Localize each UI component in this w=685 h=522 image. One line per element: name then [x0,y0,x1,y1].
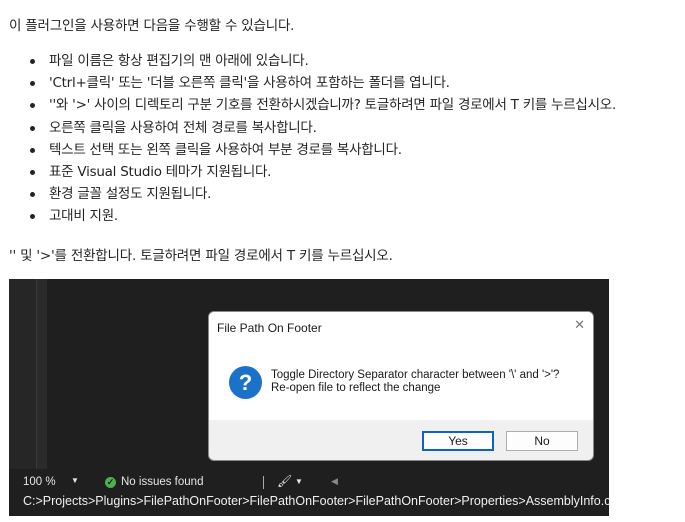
message-line: Re-open file to reflect the change [271,382,441,394]
list-item: 고대비 지원. [27,205,616,227]
check-circle-icon: ✓ [105,477,116,488]
chevron-down-icon[interactable]: ▼ [295,477,303,486]
message-line: Toggle Directory Separator character bet… [271,369,560,381]
editor-screenshot: File Path On Footer ✕ ? Toggle Directory… [9,279,609,516]
intro-text: 이 플러그인을 사용하면 다음을 수행할 수 있습니다. [9,18,295,34]
list-item: 표준 Visual Studio 테마가 지원됩니다. [27,161,616,183]
feature-text: 고대비 지원. [49,208,118,225]
list-item: 'Ctrl+클릭' 또는 '더블 오른쪽 클릭'을 사용하여 포함하는 폴더를 … [27,72,616,94]
feature-text: ''와 '>' 사이의 디렉토리 구분 기호를 전환하시겠습니까? 토글하려면 … [49,97,616,114]
toggle-note: '' 및 '>'를 전환합니다. 토글하려면 파일 경로에서 T 키를 누르십시… [9,248,393,264]
yes-button[interactable]: Yes [422,431,494,451]
bullet-icon [30,103,35,109]
bullet-icon [30,169,35,175]
issues-status[interactable]: No issues found [121,476,203,488]
chevron-down-icon[interactable]: ▼ [71,476,79,485]
feature-text: 'Ctrl+클릭' 또는 '더블 오른쪽 클릭'을 사용하여 포함하는 폴더를 … [49,75,450,92]
bullet-icon [30,192,35,198]
no-button[interactable]: No [506,431,578,451]
bullet-icon [30,125,35,131]
zoom-level[interactable]: 100 % [23,476,56,488]
feature-text: 오른쪽 클릭을 사용하여 전체 경로를 복사합니다. [49,119,317,136]
editor-margin [37,279,47,469]
list-item: 오른쪽 클릭을 사용하여 전체 경로를 복사합니다. [27,117,616,139]
status-bar: 100 % ▼ ✓ No issues found 🖌 ▼ ◀ [9,474,609,492]
feature-text: 파일 이름은 항상 편집기의 맨 아래에 있습니다. [49,53,309,69]
bullet-icon [30,81,35,87]
feature-text: 텍스트 선택 또는 왼쪽 클릭을 사용하여 부분 경로를 복사합니다. [49,141,402,158]
message-dialog: File Path On Footer ✕ ? Toggle Directory… [208,311,594,461]
brush-icon[interactable]: 🖌 [277,474,292,488]
close-icon[interactable]: ✕ [574,317,585,333]
list-item: ''와 '>' 사이의 디렉토리 구분 기호를 전환하시겠습니까? 토글하려면 … [27,94,616,116]
feature-text: 환경 글꼴 설정도 지원됩니다. [49,186,212,203]
feature-text: 표준 Visual Studio 테마가 지원됩니다. [49,163,272,180]
dialog-title: File Path On Footer [217,321,322,335]
question-icon: ? [229,366,262,399]
bullet-icon [30,214,35,220]
scroll-left-icon[interactable]: ◀ [331,476,338,487]
list-item: 텍스트 선택 또는 왼쪽 클릭을 사용하여 부분 경로를 복사합니다. [27,139,616,161]
dialog-body: File Path On Footer ✕ ? Toggle Directory… [209,312,593,420]
bullet-icon [30,59,35,64]
dialog-message: Toggle Directory Separator character bet… [271,369,559,395]
feature-list: 파일 이름은 항상 편집기의 맨 아래에 있습니다. 'Ctrl+클릭' 또는 … [27,50,616,228]
file-path-footer[interactable]: C:>Projects>Plugins>FilePathOnFooter>Fil… [9,493,609,511]
bullet-icon [30,147,35,153]
list-item: 환경 글꼴 설정도 지원됩니다. [27,183,616,205]
status-divider [263,476,264,489]
list-item: 파일 이름은 항상 편집기의 맨 아래에 있습니다. [27,50,616,72]
editor-gutter [9,279,36,469]
